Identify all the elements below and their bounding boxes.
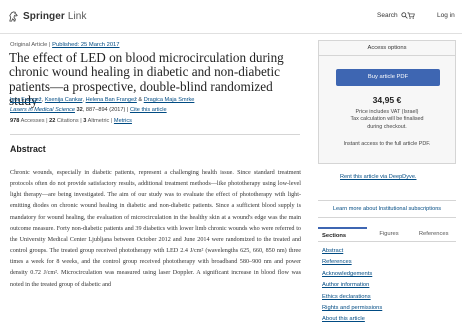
citation-line: Lasers in Medical Science 32, 887–894 (2… (10, 107, 167, 113)
cart-icon (407, 12, 415, 19)
section-link-rights-and-permissions[interactable]: Rights and permissions (322, 303, 382, 314)
springer-link-logo[interactable]: Springer Link (7, 10, 87, 23)
published-date-link[interactable]: Published: 25 March 2017 (52, 42, 119, 48)
author-link[interactable]: Igor Frangež (10, 97, 42, 103)
search-label: Search (377, 12, 398, 19)
price-note: Price includes VAT (Israel) Tax calculat… (319, 109, 455, 131)
section-link-ethics-declarations[interactable]: Ethics declarations (322, 292, 382, 303)
brand-name: Springer Link (23, 11, 87, 22)
section-link-references[interactable]: References (322, 257, 382, 268)
article-metrics: 978 Accesses | 22 Citations | 3 Altmetri… (10, 118, 132, 124)
tax-note: Tax calculation will be finalised during… (350, 116, 424, 130)
section-link-acknowledgements[interactable]: Acknowledgements (322, 269, 382, 280)
cite-article-link[interactable]: Cite this article (130, 107, 167, 113)
access-options-heading: Access options (319, 41, 455, 56)
article-price: 34,95 € (372, 95, 402, 105)
divider (10, 134, 300, 135)
institutional-subscriptions-link[interactable]: Learn more about Institutional subscript… (318, 200, 456, 218)
deepdyve-rent-link[interactable]: Rent this article via DeepDyve. (340, 174, 416, 180)
author-list: Igor Frangež, Ksenija Cankar, Helena Ban… (10, 97, 195, 103)
access-options-panel: Access options Buy article PDF 34,95 € P… (318, 40, 456, 164)
accesses-count: 978 (10, 118, 20, 124)
article-type: Original Article (10, 42, 48, 48)
author-link[interactable]: Ksenija Cankar (45, 97, 83, 103)
login-link[interactable]: Log in (437, 12, 455, 19)
sidebar-tabs: Sections Figures References (318, 227, 456, 242)
vat-note: Price includes VAT (Israel) (355, 109, 419, 115)
tab-sections[interactable]: Sections (318, 227, 367, 241)
springer-horse-icon (9, 11, 18, 22)
abstract-text: Chronic wounds, especially in diabetic p… (10, 170, 301, 288)
section-link-about-this-article[interactable]: About this article (322, 314, 382, 324)
journal-link[interactable]: Lasers in Medical Science (10, 107, 75, 113)
search-button[interactable]: Search (377, 12, 408, 19)
sections-list: Abstract References Acknowledgements Aut… (322, 246, 382, 324)
abstract-heading: Abstract (10, 144, 46, 154)
metrics-link[interactable]: Metrics (114, 118, 132, 124)
author-link[interactable]: Dragica Maja Smrke (144, 97, 195, 103)
citations-count: 22 (49, 118, 56, 124)
buy-article-pdf-button[interactable]: Buy article PDF (336, 69, 440, 86)
author-link[interactable]: Helena Ban Frangež (86, 97, 137, 103)
tab-figures[interactable]: Figures (367, 227, 412, 241)
section-link-abstract[interactable]: Abstract (322, 246, 382, 257)
cart-button[interactable] (407, 12, 415, 19)
article-meta: Original Article | Published: 25 March 2… (10, 42, 120, 48)
site-header: Springer Link Search Log in (0, 0, 462, 34)
meta-separator: | (49, 42, 51, 48)
citation-pages: , 887–894 (2017) (82, 107, 126, 113)
altmetric-count: 3 (83, 118, 87, 124)
tab-references[interactable]: References (411, 227, 456, 241)
instant-access-note: Instant access to the full article PDF. (343, 141, 431, 147)
section-link-author-information[interactable]: Author information (322, 280, 382, 291)
